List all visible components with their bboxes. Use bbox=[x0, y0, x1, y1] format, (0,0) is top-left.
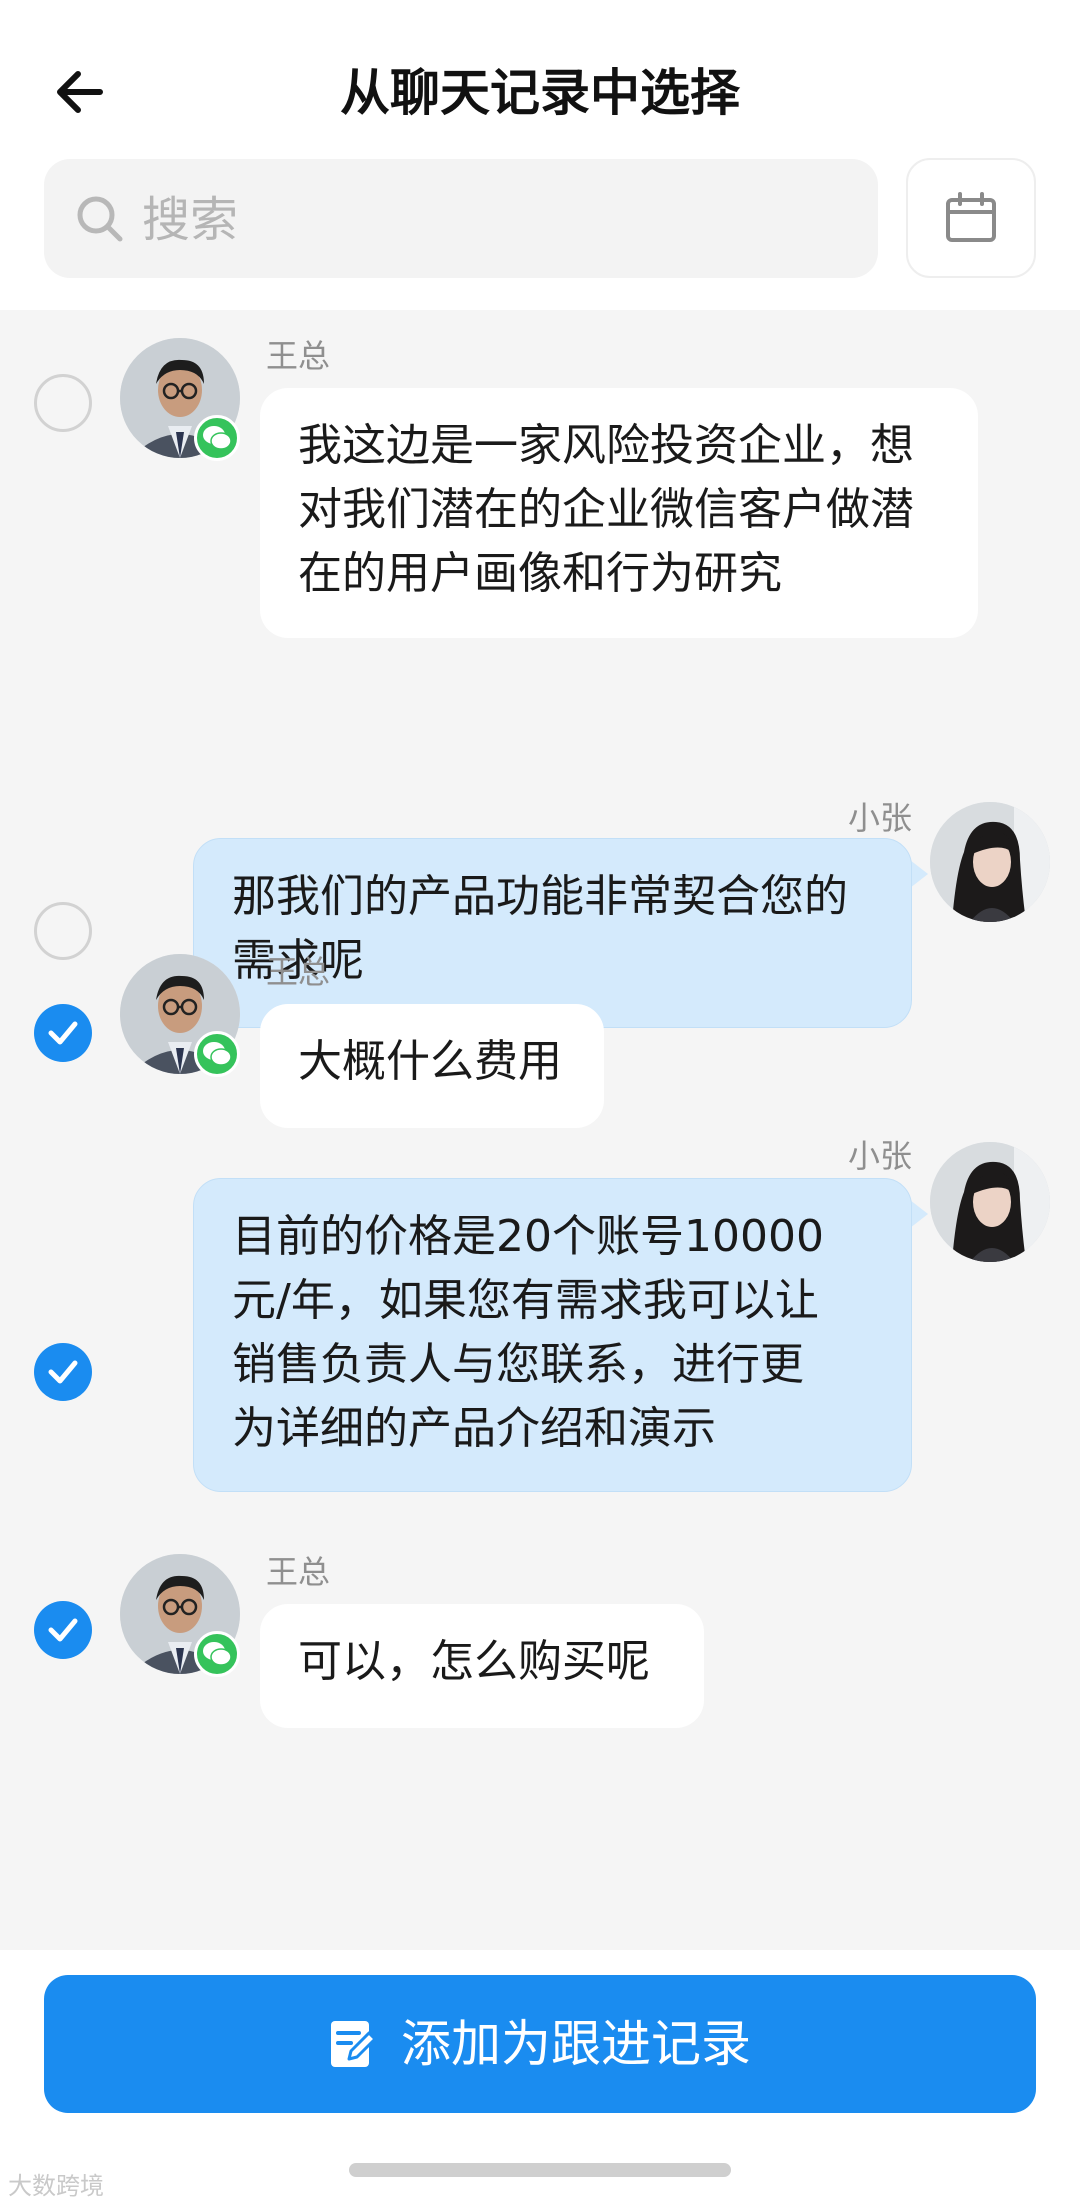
sender-name: 王总 bbox=[266, 953, 331, 991]
message-item[interactable]: 小张 那我们的产品功能非常契合您的 需求呢 bbox=[0, 670, 1080, 1028]
search-icon bbox=[77, 196, 123, 242]
select-checkbox[interactable] bbox=[34, 1004, 92, 1062]
sender-name: 小张 bbox=[847, 799, 912, 837]
avatar bbox=[930, 802, 1050, 922]
bubble-tail bbox=[910, 860, 928, 888]
select-checkbox[interactable] bbox=[34, 1601, 92, 1659]
message-bubble: 我这边是一家风险投资企业，想 对我们潜在的企业微信客户做潜 在的用户画像和行为研… bbox=[260, 388, 978, 638]
wechat-badge bbox=[194, 1631, 240, 1677]
sender-name: 王总 bbox=[266, 337, 331, 375]
message-item[interactable]: 王总 大概什么费用 bbox=[0, 950, 1080, 1130]
select-checkbox[interactable] bbox=[34, 1343, 92, 1401]
calendar-icon bbox=[946, 192, 996, 242]
bubble-tail bbox=[910, 1200, 928, 1228]
checkmark-icon bbox=[48, 1618, 78, 1642]
woman-avatar bbox=[930, 1142, 1050, 1262]
sender-name: 王总 bbox=[266, 1553, 331, 1591]
calendar-button[interactable] bbox=[906, 158, 1036, 278]
search-bar[interactable] bbox=[44, 159, 878, 280]
message-bubble: 目前的价格是20个账号10000 元/年，如果您有需求我可以让 销售负责人与您联… bbox=[193, 1178, 912, 1492]
message-item[interactable]: 王总 可以，怎么购买呢 bbox=[0, 1553, 1080, 1754]
chat-history: 王总 我这边是一家风险投资企业，想 对我们潜在的企业微信客户做潜 在的用户画像和… bbox=[0, 310, 1080, 1950]
message-bubble: 可以，怎么购买呢 bbox=[260, 1604, 704, 1728]
action-button-label: 添加为跟进记录 bbox=[401, 2015, 751, 2073]
wechat-icon bbox=[203, 426, 232, 450]
header: 从聊天记录中选择 bbox=[0, 0, 1080, 310]
wechat-icon bbox=[203, 1042, 232, 1066]
select-checkbox[interactable] bbox=[34, 374, 92, 432]
wechat-icon bbox=[203, 1642, 232, 1666]
wechat-badge bbox=[194, 415, 240, 461]
woman-avatar bbox=[930, 802, 1050, 922]
avatar bbox=[930, 1142, 1050, 1262]
checkmark-icon bbox=[48, 1021, 78, 1045]
watermark: 大数跨境 bbox=[8, 2172, 104, 2200]
home-indicator[interactable] bbox=[349, 2163, 731, 2177]
sender-name: 小张 bbox=[847, 1137, 912, 1175]
edit-note-icon bbox=[331, 2021, 377, 2067]
search-input[interactable] bbox=[140, 159, 844, 280]
message-bubble: 大概什么费用 bbox=[260, 1004, 604, 1128]
message-item[interactable]: 王总 我这边是一家风险投资企业，想 对我们潜在的企业微信客户做潜 在的用户画像和… bbox=[0, 310, 1080, 650]
checkmark-icon bbox=[48, 1360, 78, 1384]
page-title: 从聊天记录中选择 bbox=[340, 64, 740, 122]
wechat-badge bbox=[194, 1031, 240, 1077]
add-follow-up-record-button[interactable]: 添加为跟进记录 bbox=[44, 1975, 1036, 2113]
footer: 添加为跟进记录 bbox=[0, 1950, 1080, 2206]
message-item[interactable]: 小张 目前的价格是20个账号10000 元/年，如果您有需求我可以让 销售负责人… bbox=[0, 1137, 1080, 1570]
